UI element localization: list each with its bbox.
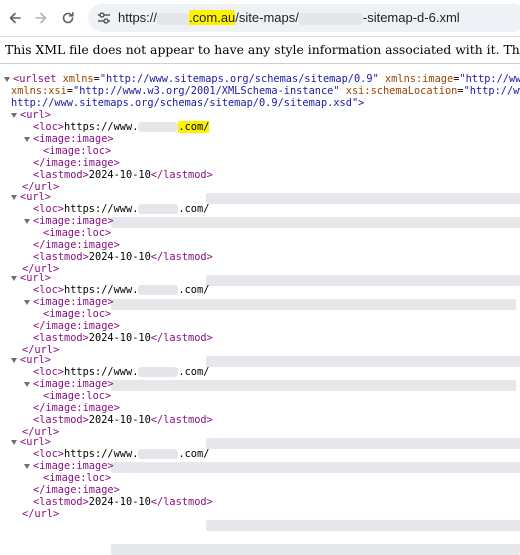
collapse-arrow-icon[interactable] <box>4 76 10 82</box>
reload-button[interactable] <box>57 7 79 29</box>
lastmod-line: <lastmod>2024-10-10</lastmod> <box>33 414 213 426</box>
redacted-domain <box>138 449 179 459</box>
redacted-domain <box>138 204 179 214</box>
forward-button[interactable] <box>30 7 52 29</box>
redacted-image-url <box>111 380 516 391</box>
lastmod-line: <lastmod>2024-10-10</lastmod> <box>33 332 213 344</box>
collapse-arrow-icon[interactable] <box>24 218 30 224</box>
collapse-arrow-icon[interactable] <box>11 357 17 363</box>
back-button[interactable] <box>4 7 26 29</box>
url-path: /site-maps/ <box>235 10 299 25</box>
redacted-url-path <box>206 275 520 286</box>
collapse-arrow-icon[interactable] <box>24 136 30 142</box>
url-close-line: </url> <box>22 508 60 520</box>
lastmod-line: <lastmod>2024-10-10</lastmod> <box>33 496 213 508</box>
url-text: https:// .com.au/site-maps/ -sitemap-d-6.x… <box>118 10 460 25</box>
collapse-arrow-icon[interactable] <box>11 439 17 445</box>
redacted-image-url <box>111 462 520 473</box>
redacted-domain <box>138 122 179 132</box>
redacted-url-path <box>206 438 520 449</box>
collapse-arrow-icon[interactable] <box>24 299 30 305</box>
redacted-sitemap-name <box>298 12 363 25</box>
collapse-arrow-icon[interactable] <box>11 194 17 200</box>
redacted-url-path <box>206 520 520 531</box>
redacted-image-url <box>111 544 520 555</box>
redacted-domain <box>157 12 190 25</box>
redacted-url-path <box>206 193 520 204</box>
collapse-arrow-icon[interactable] <box>11 275 17 281</box>
collapse-arrow-icon[interactable] <box>24 463 30 469</box>
notice-divider <box>0 63 520 64</box>
collapse-arrow-icon[interactable] <box>11 112 17 118</box>
arrow-left-icon <box>9 12 21 24</box>
collapse-arrow-icon[interactable] <box>24 381 30 387</box>
redacted-domain <box>138 285 179 295</box>
browser-toolbar: https:// .com.au/site-maps/ -sitemap-d-6.x… <box>0 0 520 37</box>
redacted-image-url <box>111 217 520 228</box>
address-bar[interactable]: https:// .com.au/site-maps/ -sitemap-d-6.x… <box>88 4 520 32</box>
url-file: -sitemap-d-6.xml <box>362 10 460 25</box>
urlset-schema-line: http://www.sitemaps.org/schemas/sitemap/… <box>11 97 365 109</box>
redacted-domain <box>138 367 179 377</box>
lastmod-line: <lastmod>2024-10-10</lastmod> <box>33 169 213 181</box>
lastmod-line: <lastmod>2024-10-10</lastmod> <box>33 251 213 263</box>
redacted-url-path <box>206 356 520 367</box>
redacted-image-url <box>111 299 516 310</box>
site-settings-icon[interactable] <box>96 10 112 26</box>
url-prefix: https:// <box>118 10 158 25</box>
url-domain-suffix: .com.au <box>189 10 236 25</box>
xml-style-notice: This XML file does not appear to have an… <box>5 42 520 57</box>
arrow-right-icon <box>35 12 47 24</box>
reload-icon <box>62 12 74 24</box>
